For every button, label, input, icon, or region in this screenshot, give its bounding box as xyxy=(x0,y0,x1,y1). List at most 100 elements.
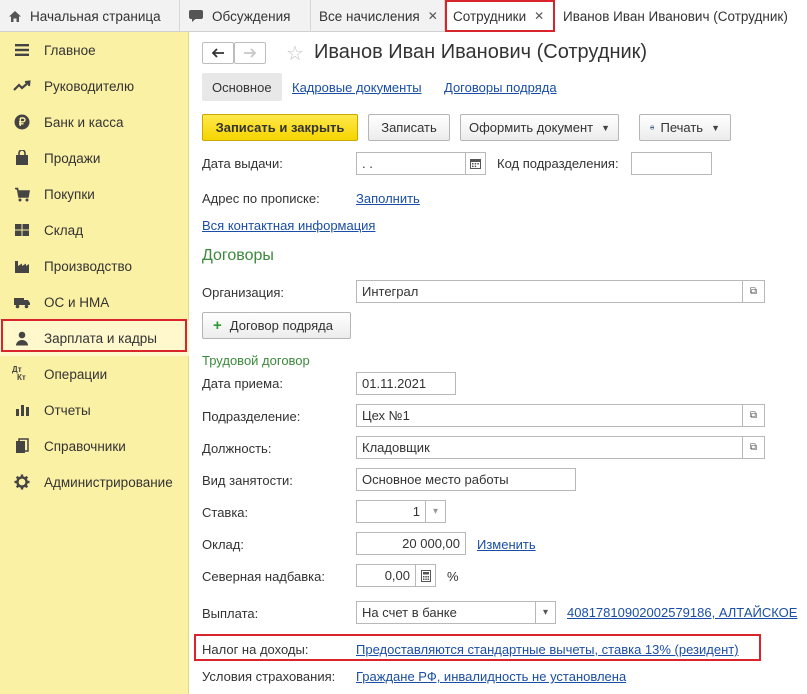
income-tax-label: Налог на доходы: xyxy=(202,642,309,657)
make-document-label: Оформить документ xyxy=(468,120,594,135)
tab-discussions[interactable]: Обсуждения xyxy=(180,0,311,32)
arrow-right-icon xyxy=(244,48,257,58)
sidebar-item-label: Банк и касса xyxy=(44,114,124,130)
save-button[interactable]: Записать xyxy=(368,114,450,141)
make-document-button[interactable]: Оформить документ ▼ xyxy=(460,114,619,141)
add-contract-label: Договор подряда xyxy=(229,318,333,333)
sidebar-item-label: Справочники xyxy=(44,438,126,454)
sidebar-item-sales[interactable]: Продажи xyxy=(0,140,189,176)
book-icon xyxy=(12,436,32,456)
sidebar-item-main[interactable]: Главное xyxy=(0,32,189,68)
sidebar-item-label: Администрирование xyxy=(44,474,173,490)
back-button[interactable] xyxy=(202,42,234,64)
rate-input[interactable]: 1 xyxy=(356,500,426,523)
sidebar-item-operations[interactable]: Дт Кт Операции xyxy=(0,356,189,392)
sidebar-item-admin[interactable]: Администрирование xyxy=(0,464,189,500)
change-salary-link[interactable]: Изменить xyxy=(477,537,536,552)
sidebar-item-reports[interactable]: Отчеты xyxy=(0,392,189,428)
sidebar-item-production[interactable]: Производство xyxy=(0,248,189,284)
sidebar-item-manager[interactable]: Руководителю xyxy=(0,68,189,104)
rate-label: Ставка: xyxy=(202,505,249,520)
hire-date-input[interactable]: 01.11.2021 xyxy=(356,372,456,395)
labor-contract-title: Трудовой договор xyxy=(202,353,310,368)
position-input[interactable]: Кладовщик xyxy=(356,436,743,459)
sidebar-item-fixed-assets[interactable]: ОС и НМА xyxy=(0,284,189,320)
sidebar-item-label: ОС и НМА xyxy=(44,294,110,310)
tab-contracts[interactable]: Договоры подряда xyxy=(444,80,557,95)
close-icon[interactable]: ✕ xyxy=(534,9,544,23)
tab-employees[interactable]: Сотрудники ✕ xyxy=(445,0,555,32)
tab-label: Все начисления xyxy=(319,8,420,24)
printer-icon xyxy=(650,125,655,130)
trend-icon xyxy=(12,76,32,96)
open-icon[interactable]: ⧉ xyxy=(743,436,765,459)
open-icon[interactable]: ⧉ xyxy=(743,280,765,303)
tab-employee-card[interactable]: Иванов Иван Иванович (Сотрудник) xyxy=(555,0,807,32)
chevron-down-icon[interactable]: ▾ xyxy=(536,601,556,624)
sidebar: Главное Руководителю Банк и касса Продаж… xyxy=(0,32,189,694)
sidebar-item-label: Отчеты xyxy=(44,402,91,418)
tab-hr-documents[interactable]: Кадровые документы xyxy=(292,80,422,95)
sidebar-item-label: Производство xyxy=(44,258,133,274)
print-button[interactable]: Печать ▼ xyxy=(639,114,731,141)
ruble-icon xyxy=(12,112,32,132)
address-label: Адрес по прописке: xyxy=(202,191,320,206)
tab-label: Обсуждения xyxy=(212,8,291,24)
plus-icon: + xyxy=(213,317,222,334)
organization-input[interactable]: Интеграл xyxy=(356,280,743,303)
insurance-label: Условия страхования: xyxy=(202,669,336,684)
tab-all-accruals[interactable]: Все начисления ✕ xyxy=(311,0,445,32)
payout-select[interactable]: На счет в банке xyxy=(356,601,536,624)
add-contract-button[interactable]: + Договор подряда xyxy=(202,312,351,339)
forward-button[interactable] xyxy=(234,42,266,64)
contact-info-link[interactable]: Вся контактная информация xyxy=(202,218,375,233)
sidebar-item-purchases[interactable]: Покупки xyxy=(0,176,189,212)
cart-icon xyxy=(12,184,32,204)
north-bonus-input[interactable]: 0,00 xyxy=(356,564,416,587)
employee-form: ☆ Иванов Иван Иванович (Сотрудник) Основ… xyxy=(190,32,807,694)
bag-icon xyxy=(12,148,32,168)
position-label: Должность: xyxy=(202,441,272,456)
salary-input[interactable]: 20 000,00 xyxy=(356,532,466,555)
open-icon[interactable]: ⧉ xyxy=(743,404,765,427)
issue-date-label: Дата выдачи: xyxy=(202,156,283,171)
tab-label: Иванов Иван Иванович (Сотрудник) xyxy=(563,8,788,24)
issue-date-input[interactable]: . . xyxy=(356,152,466,175)
fill-address-link[interactable]: Заполнить xyxy=(356,191,420,206)
warehouse-icon xyxy=(12,220,32,240)
star-icon[interactable]: ☆ xyxy=(286,41,304,66)
tab-label: Сотрудники xyxy=(453,8,527,24)
sidebar-item-directories[interactable]: Справочники xyxy=(0,428,189,464)
factory-icon xyxy=(12,256,32,276)
contracts-section-title: Договоры xyxy=(202,247,274,264)
page-title: Иванов Иван Иванович (Сотрудник) xyxy=(314,41,648,63)
tab-home[interactable]: Начальная страница xyxy=(0,0,180,32)
menu-icon xyxy=(12,40,32,60)
tab-label: Начальная страница xyxy=(30,8,161,24)
hire-date-label: Дата приема: xyxy=(202,376,283,391)
calendar-icon[interactable] xyxy=(466,152,486,175)
gear-icon xyxy=(12,472,32,492)
employment-type-input[interactable]: Основное место работы xyxy=(356,468,576,491)
chevron-down-icon[interactable]: ▾ xyxy=(426,500,446,523)
chevron-down-icon: ▼ xyxy=(601,122,611,133)
income-tax-link[interactable]: Предоставляются стандартные вычеты, став… xyxy=(356,642,739,657)
save-close-button[interactable]: Записать и закрыть xyxy=(202,114,358,141)
division-code-label: Код подразделения: xyxy=(497,156,619,171)
department-input[interactable]: Цех №1 xyxy=(356,404,743,427)
sidebar-item-bank[interactable]: Банк и касса xyxy=(0,104,189,140)
sidebar-item-salary-hr[interactable]: Зарплата и кадры xyxy=(0,320,189,356)
debit-credit-icon: Дт Кт xyxy=(12,365,26,382)
close-icon[interactable]: ✕ xyxy=(428,9,438,23)
department-label: Подразделение: xyxy=(202,409,301,424)
sidebar-item-label: Операции xyxy=(44,366,108,382)
calculator-icon[interactable] xyxy=(416,564,436,587)
employment-type-label: Вид занятости: xyxy=(202,473,293,488)
tab-main[interactable]: Основное xyxy=(202,73,282,101)
bank-account-link[interactable]: 40817810902002579186, АЛТАЙСКОЕ xyxy=(567,605,797,620)
north-bonus-label: Северная надбавка: xyxy=(202,569,325,584)
sidebar-item-warehouse[interactable]: Склад xyxy=(0,212,189,248)
division-code-input[interactable] xyxy=(631,152,712,175)
insurance-link[interactable]: Граждане РФ, инвалидность не установлена xyxy=(356,669,626,684)
tab-bar: Начальная страница Обсуждения Все начисл… xyxy=(0,0,807,32)
